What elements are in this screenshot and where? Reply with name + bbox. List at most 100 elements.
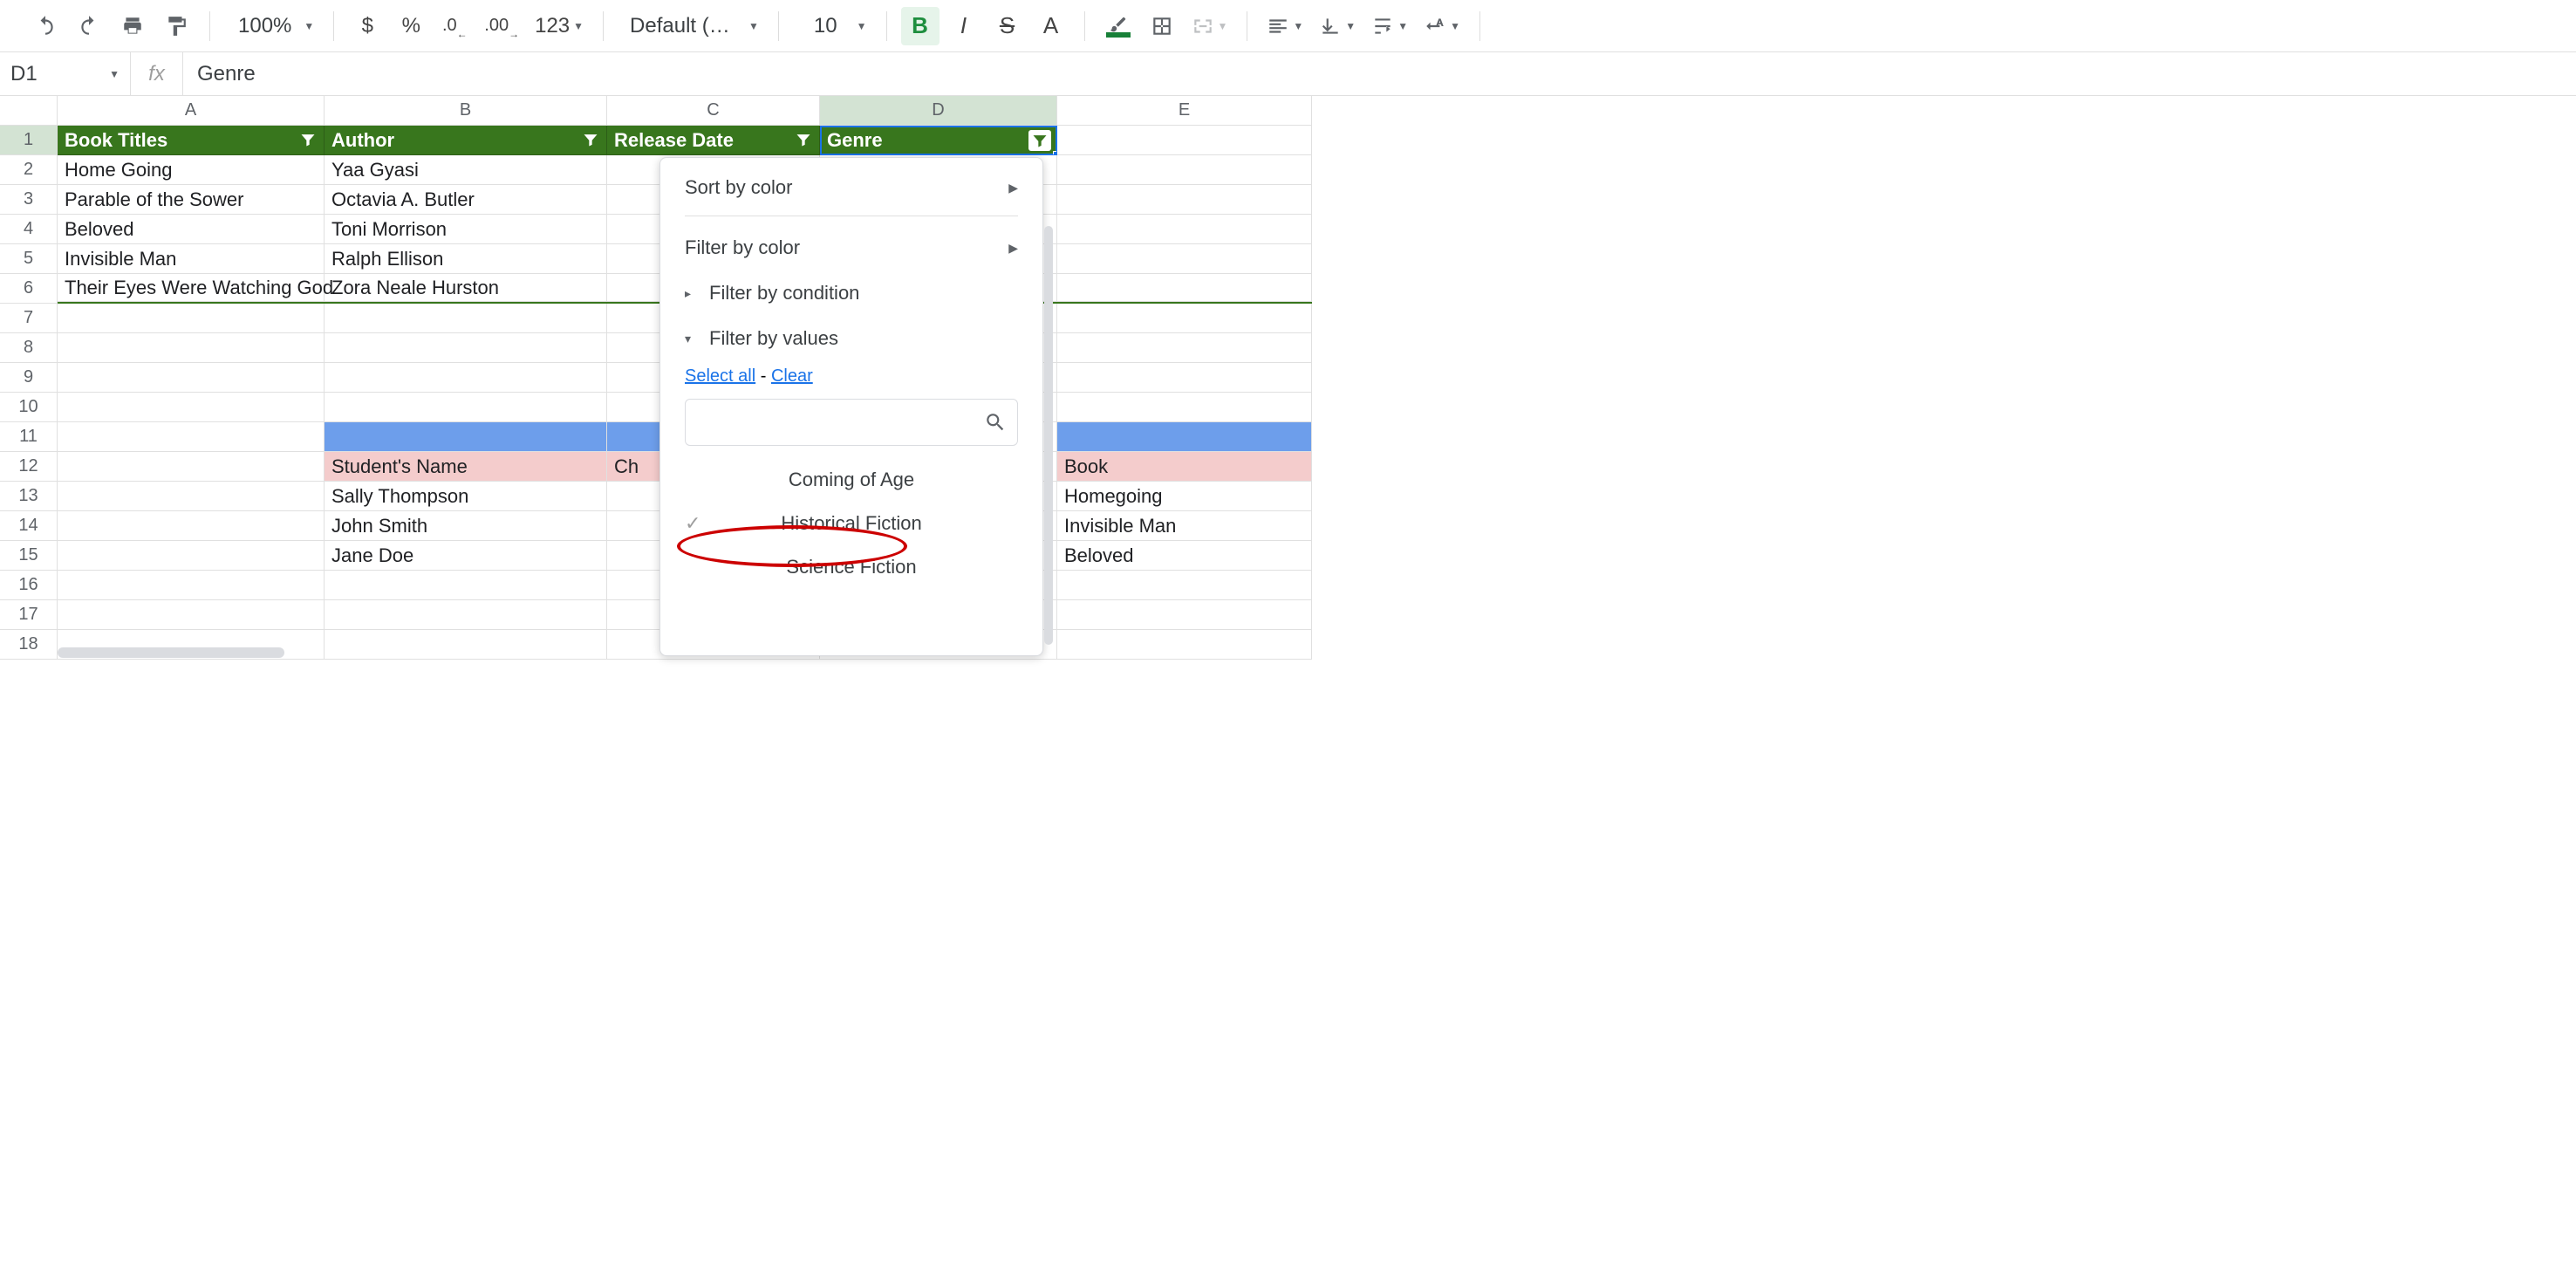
row-header[interactable]: 2 bbox=[0, 155, 58, 185]
cell[interactable] bbox=[1057, 185, 1312, 215]
cell[interactable]: Invisible Man bbox=[1057, 511, 1312, 541]
cell[interactable] bbox=[58, 304, 325, 333]
cell[interactable] bbox=[1057, 422, 1312, 452]
filter-value-item[interactable]: Science Fiction bbox=[685, 545, 1018, 589]
formula-input[interactable]: Genre bbox=[183, 62, 256, 86]
cell[interactable] bbox=[58, 333, 325, 363]
text-wrap-button[interactable]: ▼ bbox=[1366, 7, 1413, 45]
cell[interactable] bbox=[325, 304, 607, 333]
filter-value-item[interactable]: Coming of Age bbox=[685, 458, 1018, 502]
zoom-dropdown[interactable]: 100%▼ bbox=[224, 7, 319, 45]
cell[interactable] bbox=[58, 422, 325, 452]
row-header[interactable]: 11 bbox=[0, 422, 58, 452]
row-header[interactable]: 12 bbox=[0, 452, 58, 482]
cell[interactable]: Octavia A. Butler bbox=[325, 185, 607, 215]
cell[interactable] bbox=[325, 571, 607, 600]
cell[interactable]: Ralph Ellison bbox=[325, 244, 607, 274]
horizontal-align-button[interactable]: ▼ bbox=[1261, 7, 1308, 45]
select-all-corner[interactable] bbox=[0, 96, 58, 126]
paint-format-button[interactable] bbox=[157, 7, 195, 45]
cell[interactable] bbox=[58, 452, 325, 482]
horizontal-scrollbar[interactable] bbox=[58, 647, 2576, 658]
cell[interactable] bbox=[58, 482, 325, 511]
cell[interactable]: Their Eyes Were Watching God bbox=[58, 274, 325, 302]
cell[interactable]: Parable of the Sower bbox=[58, 185, 325, 215]
cell[interactable] bbox=[58, 571, 325, 600]
filter-search-input[interactable] bbox=[696, 413, 984, 433]
merge-cells-button[interactable]: ▼ bbox=[1186, 7, 1233, 45]
cell[interactable] bbox=[325, 333, 607, 363]
cell[interactable] bbox=[325, 393, 607, 422]
cell[interactable] bbox=[1057, 244, 1312, 274]
header-cell[interactable]: Book Titles bbox=[58, 126, 325, 155]
row-header[interactable]: 9 bbox=[0, 363, 58, 393]
cell[interactable] bbox=[325, 600, 607, 630]
cell[interactable] bbox=[1057, 274, 1312, 302]
font-size-dropdown[interactable]: 10▼ bbox=[793, 7, 872, 45]
column-header-B[interactable]: B bbox=[325, 96, 607, 126]
fill-color-button[interactable] bbox=[1099, 7, 1138, 45]
cell[interactable] bbox=[325, 422, 607, 452]
bold-button[interactable]: B bbox=[901, 7, 940, 45]
row-header[interactable]: 14 bbox=[0, 511, 58, 541]
filter-icon[interactable] bbox=[795, 131, 812, 154]
cell[interactable]: Home Going bbox=[58, 155, 325, 185]
cell[interactable] bbox=[1057, 155, 1312, 185]
filter-value-item-selected[interactable]: ✓Historical Fiction bbox=[685, 502, 1018, 545]
cell[interactable]: Beloved bbox=[1057, 541, 1312, 571]
cell[interactable]: Jane Doe bbox=[325, 541, 607, 571]
sort-by-color-menuitem[interactable]: Sort by color▶ bbox=[660, 165, 1042, 210]
undo-button[interactable] bbox=[26, 7, 65, 45]
cell[interactable] bbox=[1057, 571, 1312, 600]
select-all-link[interactable]: Select all bbox=[685, 366, 755, 386]
format-percent-button[interactable]: % bbox=[392, 7, 430, 45]
row-header[interactable]: 13 bbox=[0, 482, 58, 511]
header-cell[interactable]: Author bbox=[325, 126, 607, 155]
cell[interactable]: Student's Name bbox=[325, 452, 607, 482]
name-box[interactable]: D1▼ bbox=[0, 52, 131, 95]
row-header[interactable]: 17 bbox=[0, 600, 58, 630]
cell[interactable]: Sally Thompson bbox=[325, 482, 607, 511]
text-color-button[interactable]: A bbox=[1032, 7, 1070, 45]
header-cell-selected[interactable]: Genre bbox=[820, 126, 1057, 155]
format-currency-button[interactable]: $ bbox=[348, 7, 386, 45]
vertical-align-button[interactable]: ▼ bbox=[1314, 7, 1361, 45]
row-header[interactable]: 7 bbox=[0, 304, 58, 333]
cell[interactable] bbox=[58, 363, 325, 393]
column-header-A[interactable]: A bbox=[58, 96, 325, 126]
row-header[interactable]: 5 bbox=[0, 244, 58, 274]
cell[interactable] bbox=[58, 511, 325, 541]
filter-by-condition-menuitem[interactable]: ▸Filter by condition bbox=[660, 270, 1042, 316]
cell[interactable]: Beloved bbox=[58, 215, 325, 244]
cell[interactable] bbox=[1057, 304, 1312, 333]
filter-icon-active[interactable] bbox=[1028, 130, 1051, 151]
filter-by-color-menuitem[interactable]: Filter by color▶ bbox=[660, 225, 1042, 270]
cell[interactable]: Yaa Gyasi bbox=[325, 155, 607, 185]
cell[interactable] bbox=[1057, 393, 1312, 422]
cell[interactable]: John Smith bbox=[325, 511, 607, 541]
cell[interactable] bbox=[1057, 363, 1312, 393]
row-header[interactable]: 4 bbox=[0, 215, 58, 244]
cell[interactable] bbox=[1057, 600, 1312, 630]
row-header[interactable]: 15 bbox=[0, 541, 58, 571]
cell[interactable] bbox=[58, 541, 325, 571]
cell[interactable]: Book bbox=[1057, 452, 1312, 482]
filter-menu-scrollbar[interactable] bbox=[1044, 226, 1053, 645]
cell[interactable]: Homegoing bbox=[1057, 482, 1312, 511]
strikethrough-button[interactable]: S bbox=[988, 7, 1027, 45]
row-header[interactable]: 10 bbox=[0, 393, 58, 422]
increase-decimal-button[interactable]: .00→ bbox=[479, 7, 524, 45]
cell[interactable]: Invisible Man bbox=[58, 244, 325, 274]
more-formats-dropdown[interactable]: 123▼ bbox=[530, 7, 589, 45]
cell[interactable] bbox=[325, 363, 607, 393]
column-header-C[interactable]: C bbox=[607, 96, 820, 126]
row-header[interactable]: 8 bbox=[0, 333, 58, 363]
borders-button[interactable] bbox=[1143, 7, 1181, 45]
row-header[interactable]: 16 bbox=[0, 571, 58, 600]
cell[interactable] bbox=[1057, 333, 1312, 363]
decrease-decimal-button[interactable]: .0← bbox=[435, 7, 474, 45]
filter-icon[interactable] bbox=[582, 131, 599, 154]
row-header[interactable]: 3 bbox=[0, 185, 58, 215]
font-dropdown[interactable]: Default (Ari...▼ bbox=[618, 7, 764, 45]
text-rotation-button[interactable]: ▼ bbox=[1418, 7, 1466, 45]
